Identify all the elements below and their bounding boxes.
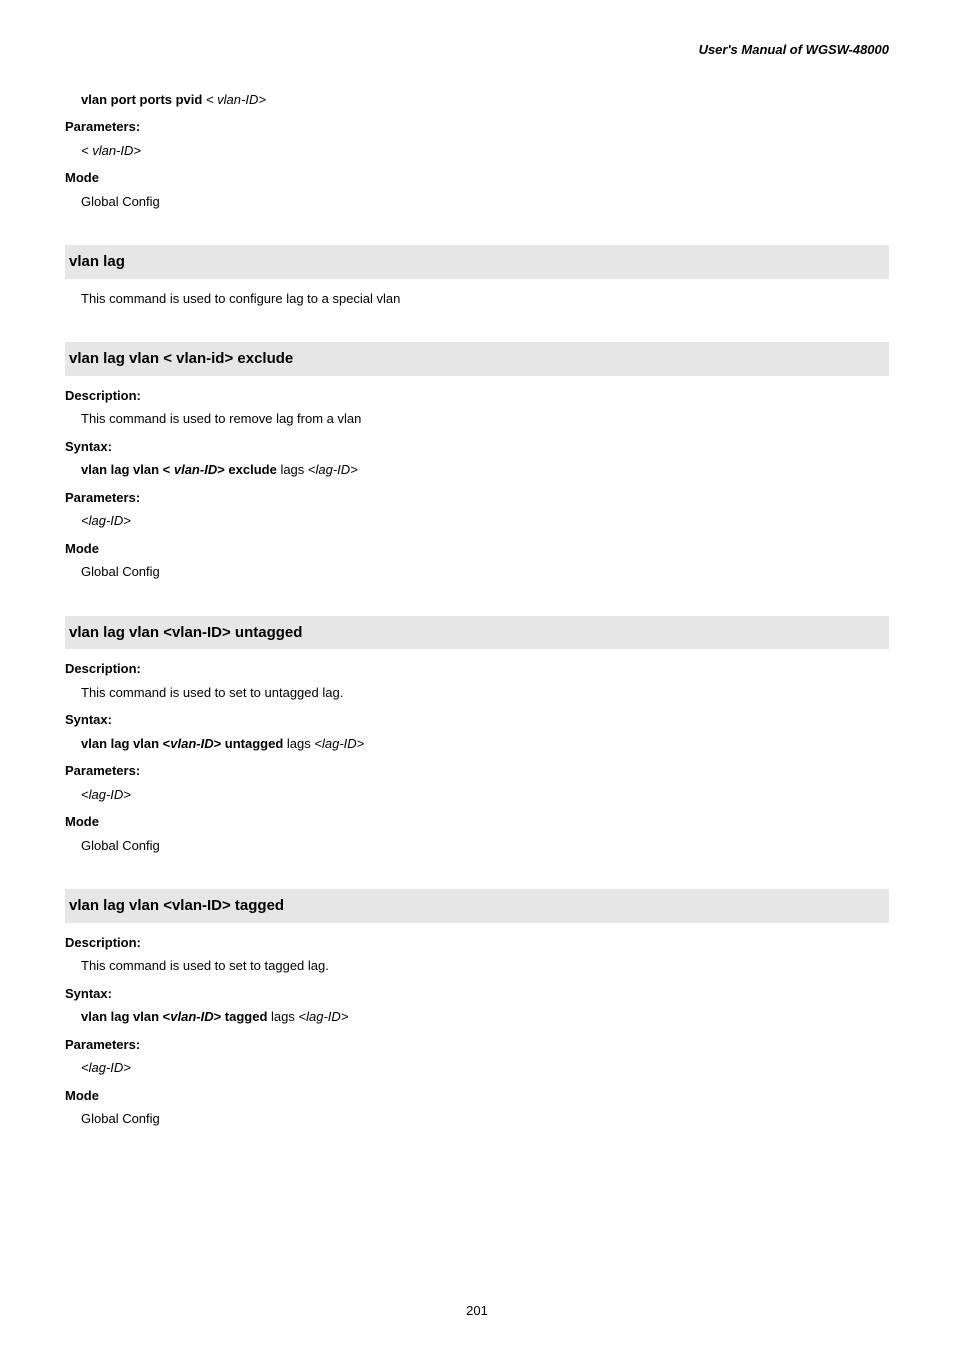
s4-param-label: Parameters:: [65, 1035, 889, 1055]
s3-param-value: <lag-ID>: [65, 785, 889, 805]
s3-syn-b1: vlan lag vlan <: [81, 736, 170, 751]
intro-syntax-bold: vlan port ports pvid: [81, 92, 206, 107]
s3-syn-r1: lags: [287, 736, 314, 751]
s3-syn-line: vlan lag vlan <vlan-ID> untagged lags <l…: [65, 734, 889, 754]
s3-mode-label: Mode: [65, 812, 889, 832]
s4-syn-r1: lags: [271, 1009, 298, 1024]
s3-syn-label: Syntax:: [65, 710, 889, 730]
s2-mode-value: Global Config: [65, 562, 889, 582]
s2-desc-text: This command is used to remove lag from …: [65, 409, 889, 429]
s4-desc-label: Description:: [65, 933, 889, 953]
s3-mode-value: Global Config: [65, 836, 889, 856]
intro-syntax-line: vlan port ports pvid < vlan-ID>: [65, 90, 889, 110]
s2-mode-label: Mode: [65, 539, 889, 559]
s3-desc-text: This command is used to set to untagged …: [65, 683, 889, 703]
s4-syn-b2: > tagged: [214, 1009, 271, 1024]
section-heading-vlan-lag: vlan lag: [65, 245, 889, 279]
s2-syn-b1: vlan lag vlan <: [81, 462, 174, 477]
s2-syn-i: <lag-ID>: [308, 462, 358, 477]
section-heading-tagged: vlan lag vlan <vlan-ID> tagged: [65, 889, 889, 923]
s4-syn-bi: vlan-ID: [170, 1009, 213, 1024]
intro-param-label: Parameters:: [65, 117, 889, 137]
intro-param-value: < vlan-ID>: [65, 141, 889, 161]
page-header: User's Manual of WGSW-48000: [65, 40, 889, 60]
s2-syn-b2: > exclude: [217, 462, 280, 477]
s2-syn-label: Syntax:: [65, 437, 889, 457]
s4-param-value: <lag-ID>: [65, 1058, 889, 1078]
s3-desc-label: Description:: [65, 659, 889, 679]
s2-desc-label: Description:: [65, 386, 889, 406]
s2-syn-bi: vlan-ID: [174, 462, 217, 477]
s2-syn-line: vlan lag vlan < vlan-ID> exclude lags <l…: [65, 460, 889, 480]
s4-syn-line: vlan lag vlan <vlan-ID> tagged lags <lag…: [65, 1007, 889, 1027]
s3-syn-b2: > untagged: [214, 736, 287, 751]
section-heading-untagged: vlan lag vlan <vlan-ID> untagged: [65, 616, 889, 650]
page-number: 201: [0, 1301, 954, 1321]
intro-block: vlan port ports pvid < vlan-ID> Paramete…: [65, 90, 889, 212]
s4-mode-value: Global Config: [65, 1109, 889, 1129]
s3-syn-i: <lag-ID>: [314, 736, 364, 751]
intro-syntax-rest: < vlan-ID>: [206, 92, 266, 107]
intro-mode-label: Mode: [65, 168, 889, 188]
s4-mode-label: Mode: [65, 1086, 889, 1106]
s4-desc-text: This command is used to set to tagged la…: [65, 956, 889, 976]
s4-syn-b1: vlan lag vlan <: [81, 1009, 170, 1024]
s4-syn-i: <lag-ID>: [299, 1009, 349, 1024]
s2-param-label: Parameters:: [65, 488, 889, 508]
s3-syn-bi: vlan-ID: [170, 736, 213, 751]
s1-desc-text: This command is used to configure lag to…: [65, 289, 889, 309]
intro-mode-value: Global Config: [65, 192, 889, 212]
s2-syn-r1: lags: [280, 462, 307, 477]
s2-param-value: <lag-ID>: [65, 511, 889, 531]
section-heading-exclude: vlan lag vlan < vlan-id> exclude: [65, 342, 889, 376]
s4-syn-label: Syntax:: [65, 984, 889, 1004]
s3-param-label: Parameters:: [65, 761, 889, 781]
